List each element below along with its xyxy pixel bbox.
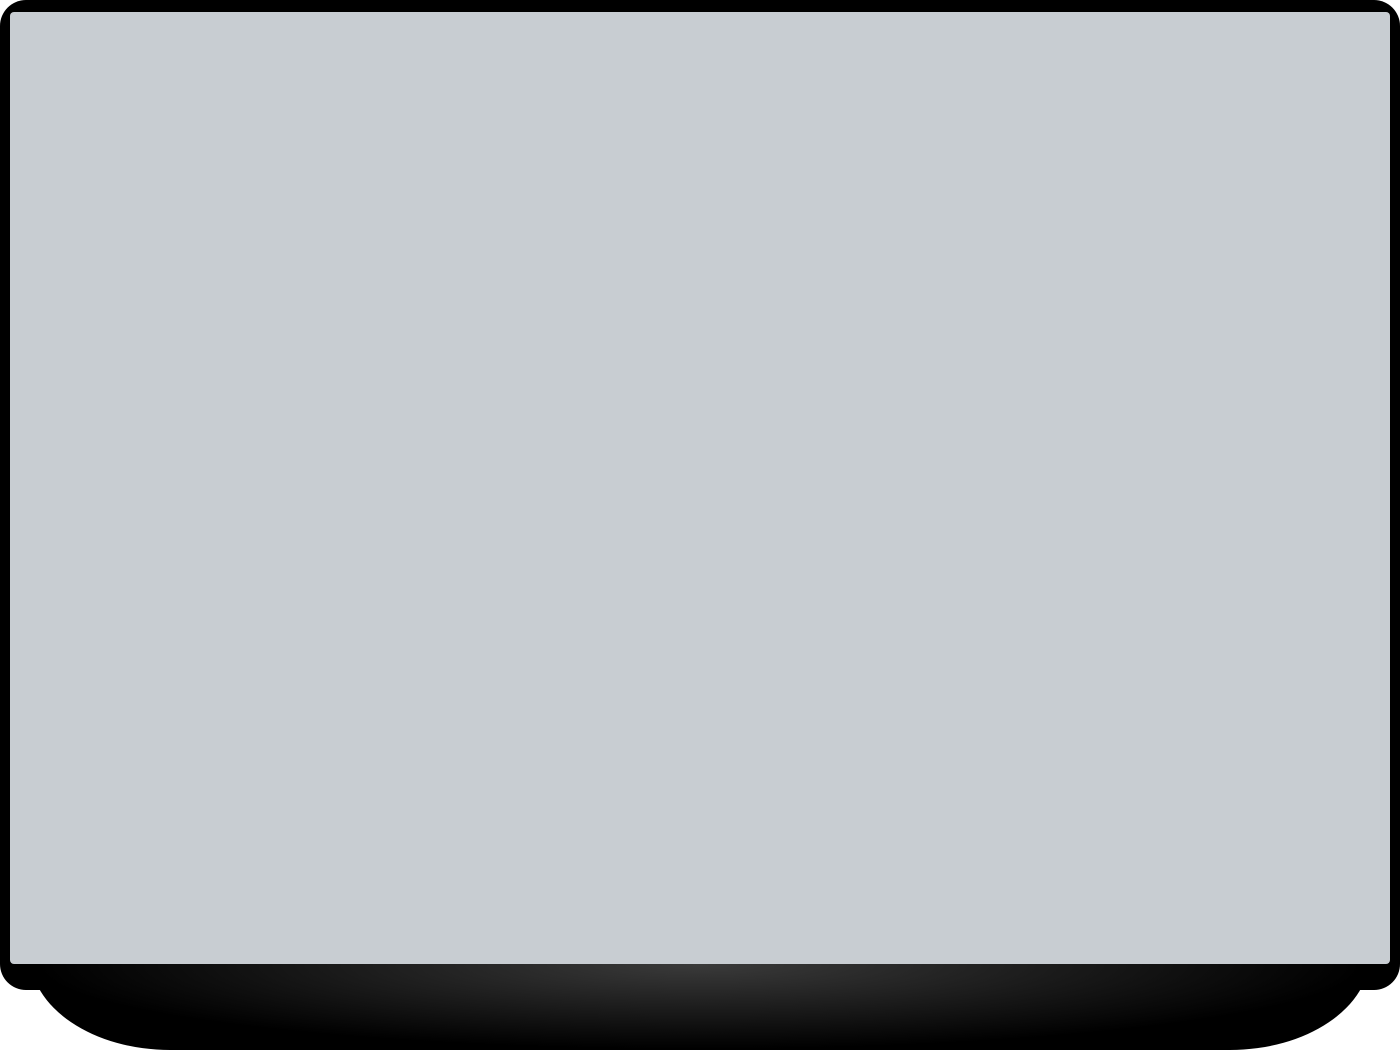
- app-window: [10, 12, 1390, 964]
- device-frame: [0, 0, 1400, 1054]
- monitor-base: [30, 950, 1370, 1050]
